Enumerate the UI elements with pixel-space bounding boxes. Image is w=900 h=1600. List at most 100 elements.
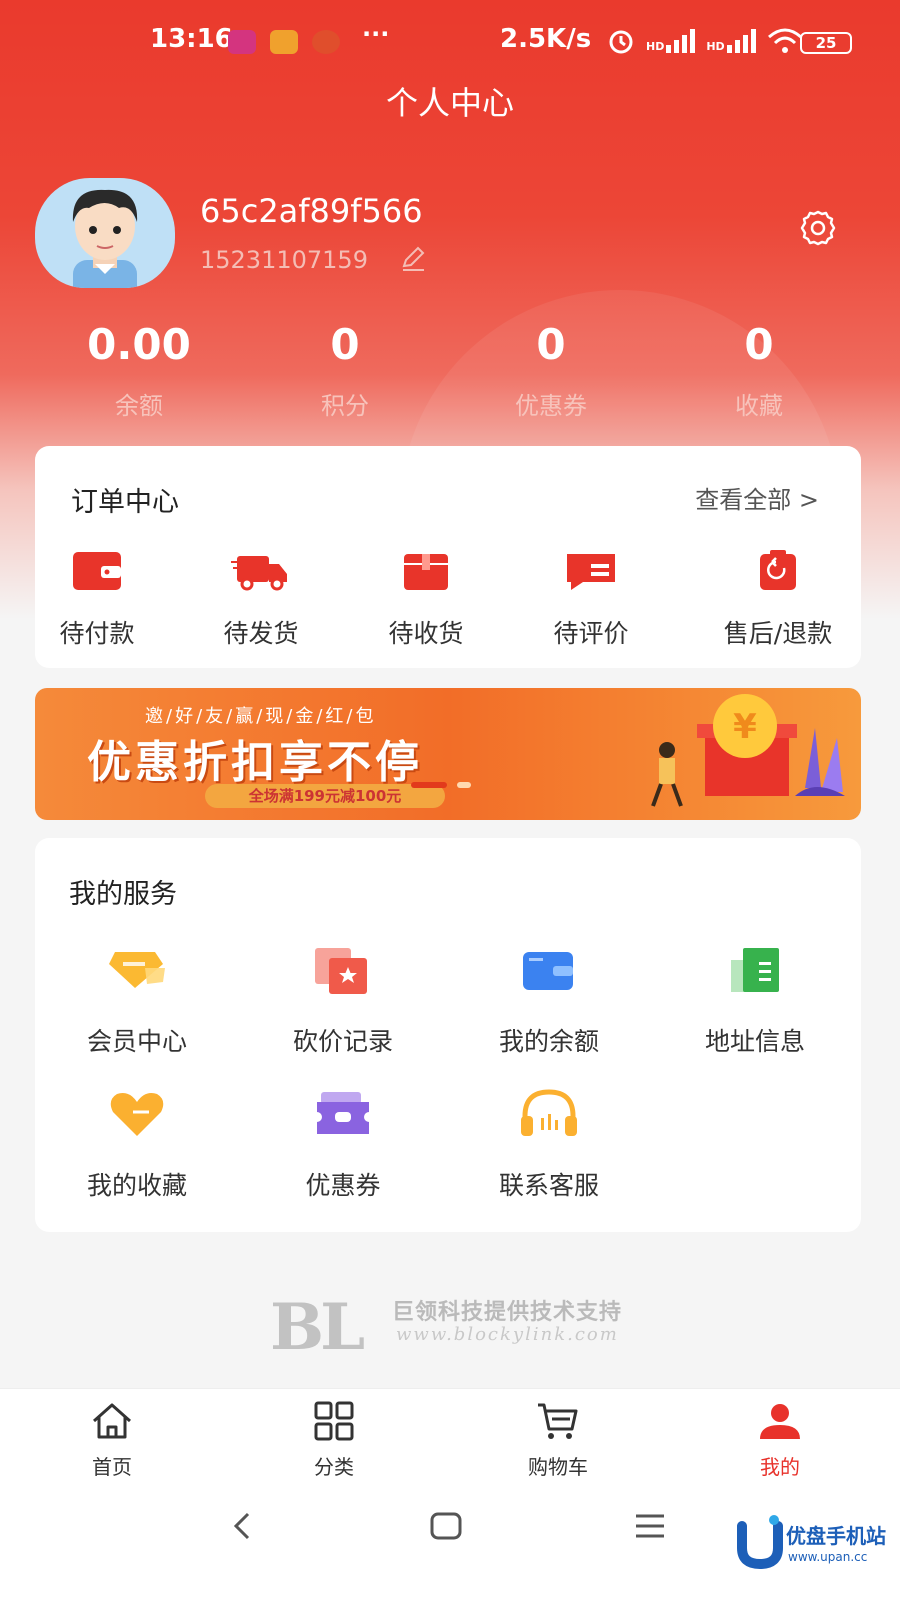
truck-icon: [231, 556, 287, 591]
battery-indicator: 25: [800, 32, 852, 54]
order-pending-shipment[interactable]: 待发货: [176, 546, 346, 650]
grid-icon: [314, 1401, 354, 1441]
order-pending-review[interactable]: 待评价: [506, 546, 676, 650]
tab-label: 首页: [92, 1455, 132, 1479]
stat-label: 收藏: [735, 392, 783, 420]
weibo-icon: [312, 30, 340, 54]
avatar[interactable]: [35, 178, 175, 288]
order-item-label: 待付款: [59, 619, 135, 648]
watermark-text: 巨领科技提供技术支持: [392, 1300, 623, 1325]
user-icon: [760, 1404, 800, 1439]
view-all-orders-link[interactable]: 查看全部 >: [695, 480, 819, 515]
wallet-icon: [73, 552, 121, 590]
service-my-favorites[interactable]: 我的收藏: [37, 1088, 237, 1202]
status-bar: 13:16 ··· 2.5K/s HD HD 25: [0, 20, 900, 64]
order-item-label: 待评价: [553, 619, 629, 648]
review-icon: [567, 554, 615, 590]
app-notification-icon: [228, 30, 256, 54]
address-book-icon: [731, 948, 779, 992]
alarm-icon: [609, 30, 633, 54]
tab-cart[interactable]: 购物车: [498, 1401, 618, 1480]
carousel-dot-active[interactable]: [411, 782, 447, 788]
site-badge-name: 优盘手机站: [786, 1524, 886, 1548]
banner-title: 优惠折扣享不停: [87, 737, 423, 788]
gift-box-illustration: ¥: [651, 694, 845, 807]
tab-label: 我的: [760, 1455, 800, 1479]
home-icon: [93, 1403, 131, 1439]
bargain-icon: [315, 948, 367, 994]
username: 65c2af89f566: [200, 192, 423, 230]
tab-label: 购物车: [528, 1455, 588, 1479]
stat-points[interactable]: 0 积分: [240, 320, 450, 421]
promo-banner[interactable]: 邀/好/友/赢/现/金/红/包 优惠折扣享不停 全场满199元减100元 ¥: [35, 688, 861, 820]
stat-value: 0: [330, 320, 360, 369]
service-my-balance[interactable]: 我的余额: [449, 944, 649, 1058]
service-label: 会员中心: [86, 1027, 187, 1056]
tab-label: 分类: [314, 1455, 354, 1479]
home-square-icon[interactable]: [428, 1508, 464, 1544]
phone-number: 15231107159: [200, 246, 368, 274]
service-bargain-records[interactable]: 砍价记录: [243, 944, 443, 1058]
bottom-tab-bar: 首页 分类 购物车 我的: [0, 1388, 900, 1482]
service-address-info[interactable]: 地址信息: [655, 944, 855, 1058]
watermark-logo: BL: [270, 1290, 365, 1365]
stat-label: 余额: [115, 392, 163, 420]
menu-icon[interactable]: [632, 1508, 668, 1544]
back-icon[interactable]: [228, 1508, 258, 1544]
service-label: 我的收藏: [86, 1171, 187, 1200]
balance-card-icon: [523, 952, 573, 990]
order-pending-receipt[interactable]: 待收货: [341, 546, 511, 650]
service-label: 联系客服: [498, 1171, 599, 1200]
order-center-title: 订单中心: [71, 487, 179, 518]
more-notifications-icon: ···: [362, 20, 390, 48]
order-pending-payment[interactable]: 待付款: [12, 546, 182, 650]
service-label: 优惠券: [305, 1171, 381, 1200]
headset-icon: [521, 1089, 577, 1136]
network-speed: 2.5K/s: [500, 24, 592, 54]
signal-icon: HD: [646, 29, 696, 53]
watermark-url: www.blockylink.com: [396, 1324, 619, 1345]
gear-icon[interactable]: [798, 208, 838, 248]
service-vip-center[interactable]: 会员中心: [37, 944, 237, 1058]
service-coupons[interactable]: 优惠券: [243, 1088, 443, 1202]
page-title: 个人中心: [385, 84, 514, 122]
stat-coupons[interactable]: 0 优惠券: [446, 320, 656, 421]
stat-favorites[interactable]: 0 收藏: [654, 320, 864, 421]
package-icon: [404, 554, 448, 590]
tech-support-watermark: BL 巨领科技提供技术支持 www.blockylink.com: [270, 1290, 650, 1365]
status-time: 13:16: [150, 24, 233, 54]
tab-home[interactable]: 首页: [52, 1401, 172, 1480]
stat-label: 积分: [321, 392, 369, 420]
refund-icon: [760, 550, 796, 590]
app-notification-icon: [270, 30, 298, 54]
heart-icon: [110, 1093, 164, 1136]
services-title: 我的服务: [69, 879, 177, 910]
order-item-label: 售后/退款: [723, 619, 833, 648]
site-badge: 优盘手机站 www.upan.cc: [734, 1510, 894, 1590]
site-badge-url: www.upan.cc: [788, 1550, 868, 1564]
services-card: 我的服务 会员中心 砍价记录 我的余额 地址信息 我的收藏 优惠券 联系客服: [35, 838, 861, 1232]
order-center-card: 订单中心 查看全部 > 待付款 待发货 待收货 待评价 售后/退款: [35, 446, 861, 668]
service-label: 地址信息: [704, 1027, 805, 1056]
order-after-sales[interactable]: 售后/退款: [693, 546, 863, 650]
tab-mine[interactable]: 我的: [720, 1401, 840, 1480]
banner-note: 全场满199元减100元: [205, 784, 445, 808]
wifi-icon: [767, 28, 802, 53]
service-contact-support[interactable]: 联系客服: [449, 1088, 649, 1202]
ticket-icon: [317, 1092, 369, 1134]
service-label: 我的余额: [498, 1027, 599, 1056]
order-item-label: 待发货: [223, 619, 299, 648]
stat-balance[interactable]: 0.00 余额: [34, 320, 244, 421]
vip-diamond-icon: [109, 952, 165, 988]
signal-icon: HD: [706, 29, 756, 53]
banner-subtitle: 邀/好/友/赢/现/金/红/包: [145, 706, 377, 727]
upan-logo-icon: [737, 1515, 783, 1570]
svg-text:¥: ¥: [733, 707, 757, 747]
cart-icon: [538, 1403, 578, 1439]
carousel-dot[interactable]: [457, 782, 471, 788]
stat-value: 0: [744, 320, 774, 369]
edit-pencil-icon[interactable]: [400, 244, 428, 272]
stat-value: 0.00: [87, 320, 191, 369]
tab-category[interactable]: 分类: [274, 1401, 394, 1480]
stat-label: 优惠券: [515, 392, 587, 420]
